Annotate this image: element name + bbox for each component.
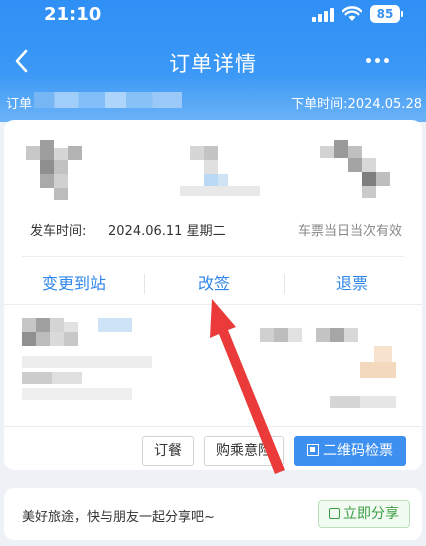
- share-icon: [329, 508, 340, 519]
- departure-time-label: 发车时间:: [30, 224, 87, 239]
- share-card: 美好旅途，快与朋友一起分享吧~ 立即分享: [4, 488, 422, 540]
- reschedule-button[interactable]: 改签: [144, 270, 284, 294]
- status-time: 21:10: [44, 4, 102, 25]
- departure-info-row: 发车时间: 2024.06.11 星期二 车票当日当次有效: [30, 220, 402, 240]
- share-now-button[interactable]: 立即分享: [318, 500, 410, 528]
- more-options-icon[interactable]: [364, 52, 392, 68]
- signal-icon: [312, 8, 334, 22]
- departure-date: 2024.06.11 星期二: [108, 224, 226, 239]
- battery-icon: 85: [370, 5, 403, 23]
- order-time: 下单时间:2024.05.28: [291, 97, 422, 112]
- share-now-label: 立即分享: [343, 506, 399, 522]
- wifi-icon: [342, 6, 362, 21]
- qr-code-icon: [307, 444, 319, 456]
- departure-station-redacted: [26, 140, 96, 200]
- order-number-redacted: [34, 92, 182, 108]
- seat-info-redacted: [260, 318, 410, 418]
- qr-check-in-label: 二维码检票: [323, 443, 393, 459]
- share-prompt: 美好旅途，快与朋友一起分享吧~: [22, 510, 215, 525]
- ticket-actions: 变更到站 改签 退票: [4, 264, 422, 300]
- divider: [4, 426, 422, 427]
- order-meal-button[interactable]: 订餐: [142, 436, 194, 466]
- change-station-button[interactable]: 变更到站: [4, 270, 144, 294]
- order-info-row: 订单 下单时间:2024.05.28: [0, 90, 426, 112]
- arrival-station-redacted: [320, 136, 400, 200]
- passenger-info-redacted: [12, 312, 162, 416]
- nav-bar: 订单详情: [0, 40, 426, 84]
- divider: [22, 256, 404, 257]
- refund-button[interactable]: 退票: [282, 270, 422, 294]
- status-bar: 21:10 85: [0, 0, 426, 34]
- order-number-label: 订单: [6, 97, 33, 112]
- train-number-redacted: [180, 140, 260, 200]
- divider: [4, 304, 422, 305]
- service-buttons: 订餐 购乘意险 二维码检票: [4, 432, 422, 466]
- qr-check-in-button[interactable]: 二维码检票: [294, 436, 406, 466]
- buy-insurance-button[interactable]: 购乘意险: [204, 436, 284, 466]
- ticket-validity: 车票当日当次有效: [297, 224, 402, 239]
- page-title: 订单详情: [169, 52, 257, 76]
- ticket-card: 发车时间: 2024.06.11 星期二 车票当日当次有效 变更到站 改签 退票: [4, 120, 422, 470]
- battery-level: 85: [376, 7, 394, 21]
